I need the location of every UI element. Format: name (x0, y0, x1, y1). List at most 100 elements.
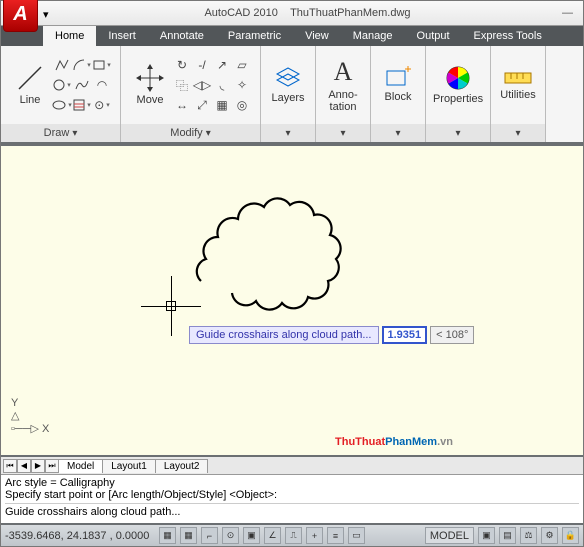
app-menu-button[interactable]: A (3, 0, 38, 32)
revision-cloud (181, 186, 351, 316)
layout-tab-layout2[interactable]: Layout2 (155, 459, 209, 473)
title-bar: A ▾ AutoCAD 2010 ThuThuatPhanMem.dwg — (1, 1, 583, 26)
circle-icon[interactable] (53, 76, 71, 94)
annotation-button[interactable]: A Anno- tation (322, 55, 363, 115)
quick-access-toolbar[interactable]: ▾ (43, 8, 53, 18)
panel-title-draw[interactable]: Draw ▾ (1, 124, 120, 142)
tab-express[interactable]: Express Tools (462, 26, 554, 46)
model-space-button[interactable]: MODEL (425, 527, 474, 544)
tab-manage[interactable]: Manage (341, 26, 405, 46)
line-button[interactable]: Line (10, 62, 50, 108)
hatch-icon[interactable] (73, 96, 91, 114)
ortho-toggle[interactable]: ⌐ (201, 527, 218, 544)
coordinates-display[interactable]: -3539.6468, 24.1837 , 0.0000 (5, 530, 155, 542)
measure-icon (503, 69, 533, 87)
snap-toggle[interactable]: ▦ (159, 527, 176, 544)
osnap-toggle[interactable]: ▣ (243, 527, 260, 544)
status-bar: -3539.6468, 24.1837 , 0.0000 ▦ ▦ ⌐ ⊙ ▣ ∠… (1, 525, 583, 546)
panel-expand-props[interactable]: ▾ (426, 124, 490, 142)
polyline-icon[interactable] (53, 56, 71, 74)
window-controls: — (562, 7, 583, 19)
spline-icon[interactable] (73, 76, 91, 94)
block-icon (385, 67, 411, 89)
watermark: ThuThuatPhanMem.vn (335, 429, 453, 451)
panel-properties: Properties ▾ (426, 46, 491, 142)
layout-nav-buttons[interactable]: ⏮ ◀ ▶ ⏭ (3, 459, 59, 473)
nav-next-icon[interactable]: ▶ (31, 459, 45, 473)
grid-toggle[interactable]: ▦ (180, 527, 197, 544)
properties-button[interactable]: Properties (427, 63, 489, 107)
line-icon (16, 64, 44, 92)
layers-icon (275, 66, 301, 90)
dyn-toggle[interactable]: + (306, 527, 323, 544)
cmd-history-1: Arc style = Calligraphy (5, 477, 579, 489)
panel-expand-block[interactable]: ▾ (371, 124, 425, 142)
tab-insert[interactable]: Insert (96, 26, 148, 46)
arc-icon[interactable] (73, 56, 91, 74)
panel-expand-anno[interactable]: ▾ (316, 124, 370, 142)
nav-last-icon[interactable]: ⏭ (45, 459, 59, 473)
tab-view[interactable]: View (293, 26, 341, 46)
panel-utilities: Utilities ▾ (491, 46, 546, 142)
scale-icon[interactable]: ⤢ (193, 96, 211, 114)
modify-tools: ↻ -/ ↗ ▱ ⿻ ◁▷ ◟ ✧ ↔ ⤢ ▦ ◎ (173, 56, 251, 114)
quick-view-drawings[interactable]: ▤ (499, 527, 516, 544)
rect-icon[interactable] (93, 56, 111, 74)
otrack-toggle[interactable]: ∠ (264, 527, 281, 544)
ucs-icon: Y △ ▫──▷ X (11, 397, 49, 435)
move-button[interactable]: Move (130, 62, 170, 108)
layers-button[interactable]: Layers (265, 64, 310, 106)
layout-tab-model[interactable]: Model (58, 459, 103, 473)
dynamic-input: Guide crosshairs along cloud path... 1.9… (189, 326, 474, 344)
extend-icon[interactable]: ↗ (213, 56, 231, 74)
tab-parametric[interactable]: Parametric (216, 26, 293, 46)
explode-icon[interactable]: ✧ (233, 76, 251, 94)
dynamic-distance[interactable]: 1.9351 (382, 326, 428, 344)
tab-output[interactable]: Output (405, 26, 462, 46)
ducs-toggle[interactable]: ⎍ (285, 527, 302, 544)
quick-view-layouts[interactable]: ▣ (478, 527, 495, 544)
erase-icon[interactable]: ▱ (233, 56, 251, 74)
copy-icon[interactable]: ⿻ (173, 76, 191, 94)
panel-expand-layers[interactable]: ▾ (261, 124, 315, 142)
point-icon[interactable]: ⊙ (93, 96, 111, 114)
panel-annotation: A Anno- tation ▾ (316, 46, 371, 142)
lwt-toggle[interactable]: ≡ (327, 527, 344, 544)
minimize-button[interactable]: — (562, 7, 573, 19)
rotate-icon[interactable]: ↻ (173, 56, 191, 74)
ellipse-icon[interactable] (53, 96, 71, 114)
toolbar-lock[interactable]: 🔒 (562, 527, 579, 544)
pickbox (166, 301, 176, 311)
stretch-icon[interactable]: ↔ (173, 96, 191, 114)
annotation-scale[interactable]: ⚖ (520, 527, 537, 544)
nav-first-icon[interactable]: ⏮ (3, 459, 17, 473)
polar-toggle[interactable]: ⊙ (222, 527, 239, 544)
text-a-icon: A (334, 57, 353, 87)
panel-title-modify[interactable]: Modify ▾ (121, 124, 260, 142)
tab-home[interactable]: Home (43, 26, 96, 46)
panel-expand-util[interactable]: ▾ (491, 124, 545, 142)
layout-tab-layout1[interactable]: Layout1 (102, 459, 156, 473)
fillet-icon[interactable]: ◟ (213, 76, 231, 94)
offset-icon[interactable]: ◎ (233, 96, 251, 114)
cmd-history-2: Specify start point or [Arc length/Objec… (5, 489, 579, 501)
drawing-area[interactable]: Guide crosshairs along cloud path... 1.9… (1, 144, 583, 457)
utilities-button[interactable]: Utilities (494, 67, 541, 103)
command-line[interactable]: Arc style = Calligraphy Specify start po… (1, 475, 583, 525)
dynamic-prompt: Guide crosshairs along cloud path... (189, 326, 379, 344)
trim-icon[interactable]: -/ (193, 56, 211, 74)
workspace-switch[interactable]: ⚙ (541, 527, 558, 544)
chevron-down-icon[interactable]: ▾ (43, 8, 53, 18)
ellipse-arc-icon[interactable]: ◠ (93, 76, 111, 94)
array-icon[interactable]: ▦ (213, 96, 231, 114)
mirror-icon[interactable]: ◁▷ (193, 76, 211, 94)
block-button[interactable]: Block (379, 65, 418, 105)
panel-draw: Line ◠ ⊙ Draw ▾ (1, 46, 121, 142)
layout-tab-bar: ⏮ ◀ ▶ ⏭ Model Layout1 Layout2 (1, 457, 583, 475)
panel-block: Block ▾ (371, 46, 426, 142)
tab-annotate[interactable]: Annotate (148, 26, 216, 46)
cmd-current: Guide crosshairs along cloud path... (5, 506, 579, 518)
qp-toggle[interactable]: ▭ (348, 527, 365, 544)
nav-prev-icon[interactable]: ◀ (17, 459, 31, 473)
draw-tools: ◠ ⊙ (53, 56, 111, 114)
